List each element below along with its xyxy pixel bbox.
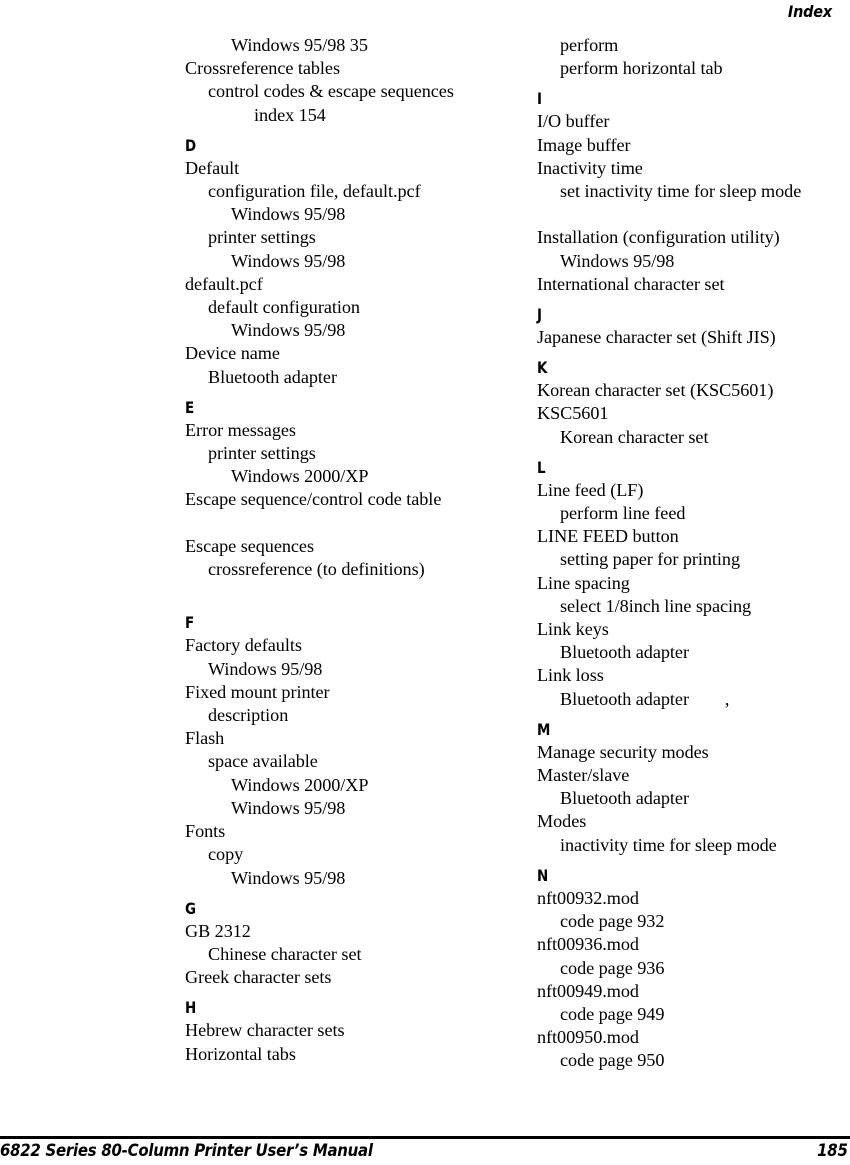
index-entry: Japanese character set (Shift JIS)	[537, 327, 776, 348]
index-entry: Default	[185, 157, 240, 178]
index-entry: Chinese character set	[208, 943, 362, 964]
index-entry: Korean character set (KSC5601)	[537, 380, 774, 401]
index-entry: Manage security modes	[537, 741, 709, 762]
index-entry: Inactivity time	[537, 157, 643, 178]
index-entry: GB 2312	[185, 920, 251, 941]
footer-page-number: 185	[817, 1141, 849, 1161]
index-entry: Windows 95/98	[231, 250, 346, 271]
index-entry: Fonts	[185, 821, 226, 842]
index-entry: Windows 95/98	[208, 658, 323, 679]
index-entry: Installation (configuration utility)	[537, 227, 780, 248]
index-entry: code page 950	[560, 1050, 665, 1071]
index-entry: nft00936.mod	[537, 934, 639, 955]
index-entry: nft00932.mod	[537, 887, 639, 908]
index-entry: Bluetooth adapter	[560, 642, 689, 663]
index-entry: perform	[560, 35, 619, 55]
index-entry: Device name	[185, 343, 280, 364]
index-entry: configuration file, default.pcf	[208, 181, 421, 202]
index-entry: space available	[208, 751, 318, 772]
index-entry: Windows 95/98	[231, 320, 346, 341]
index-entry: nft00950.mod	[537, 1027, 639, 1048]
index-entry: LINE FEED button	[537, 526, 679, 547]
index-entry: Link keys	[537, 619, 609, 640]
index-entry: Hebrew character sets	[185, 1020, 345, 1041]
index-entry: Flash	[185, 728, 225, 749]
index-entry: code page 949	[560, 1003, 665, 1024]
index-entry: Horizontal tabs	[185, 1043, 296, 1064]
index-entry: Escape sequences	[185, 535, 314, 556]
index-entry: crossreference (to definitions)	[208, 559, 425, 580]
index-blank-line	[537, 203, 850, 226]
index-blank-line	[185, 581, 515, 604]
index-section-letter: E	[185, 397, 195, 417]
index-section-letter: I	[537, 89, 543, 109]
index-entry: default configuration	[208, 297, 360, 318]
footer-divider-rule	[0, 1136, 850, 1139]
index-entry: perform line feed	[560, 503, 686, 524]
index-section-letter: D	[185, 135, 197, 155]
index-entry: Windows 95/98	[231, 204, 346, 225]
index-entry: perform horizontal tab	[560, 58, 723, 79]
index-entry: index 154	[254, 104, 326, 125]
index-section-letter: F	[185, 613, 195, 633]
index-entry: code page 936	[560, 957, 665, 978]
index-entry: copy	[208, 844, 244, 865]
index-entry: description	[208, 705, 289, 726]
index-section-letter: H	[185, 998, 197, 1018]
index-blank-line	[185, 512, 515, 535]
index-body: Windows 95/98 35 Crossreference tables con…	[0, 34, 850, 1130]
index-entry: International character set	[537, 273, 725, 294]
index-entry: Windows 95/98	[231, 867, 346, 888]
index-section-letter: M	[537, 719, 551, 739]
index-entry: Line feed (LF)	[537, 479, 644, 500]
running-head-title: Index	[787, 2, 832, 21]
index-entry: Windows 2000/XP	[231, 466, 369, 487]
index-entry: Greek character sets	[185, 967, 332, 988]
index-entry: inactivity time for sleep mode	[560, 834, 777, 855]
index-entry: Windows 95/98	[560, 250, 675, 271]
page-header: Index	[0, 0, 850, 34]
page-footer: 6822 Series 80-Column Printer User’s Man…	[0, 1130, 850, 1165]
index-entry: Factory defaults	[185, 635, 302, 656]
index-entry: Windows 95/98	[231, 797, 346, 818]
index-entry: setting paper for printing	[560, 549, 741, 570]
index-entry: I/O buffer	[537, 111, 610, 132]
index-entry: default.pcf	[185, 273, 263, 294]
index-entry: Image buffer	[537, 134, 631, 155]
footer-manual-title: 6822 Series 80-Column Printer User’s Man…	[0, 1141, 373, 1161]
index-section-letter: N	[537, 865, 549, 885]
index-entry: Bluetooth adapter	[208, 366, 337, 387]
index-entry: Error messages	[185, 419, 296, 440]
index-entry: Fixed mount printer	[185, 681, 330, 702]
index-column-left: Windows 95/98 35 Crossreference tables con…	[185, 34, 515, 1066]
index-entry: printer settings	[208, 443, 316, 464]
index-entry: printer settings	[208, 227, 316, 248]
index-entry: Modes	[537, 811, 587, 832]
index-entry: Crossreference tables	[185, 58, 340, 79]
index-entry: KSC5601	[537, 403, 609, 424]
index-section-letter: G	[185, 898, 197, 918]
index-entry: set inactivity time for sleep mode	[560, 181, 802, 202]
index-entry: nft00949.mod	[537, 980, 639, 1001]
index-entry: Link loss	[537, 665, 604, 686]
index-entry: Bluetooth adapter ,	[560, 688, 730, 709]
index-entry: Line spacing	[537, 572, 630, 593]
index-entry: Bluetooth adapter	[560, 788, 689, 809]
index-entry: control codes & escape sequences	[208, 81, 454, 102]
index-entry: select 1/8inch line spacing	[560, 595, 752, 616]
index-entry: Windows 2000/XP	[231, 774, 369, 795]
index-entry: Windows 95/98 35	[231, 35, 368, 55]
index-column-right: perform perform horizontal tab I I/O buffer…	[537, 34, 850, 1073]
index-entry: Escape sequence/control code table	[185, 489, 442, 510]
index-entry: code page 932	[560, 911, 665, 932]
index-section-letter: J	[537, 305, 543, 325]
index-entry: Korean character set	[560, 426, 709, 447]
index-entry: Master/slave	[537, 765, 630, 786]
index-section-letter: K	[537, 358, 548, 378]
index-section-letter: L	[537, 457, 546, 477]
